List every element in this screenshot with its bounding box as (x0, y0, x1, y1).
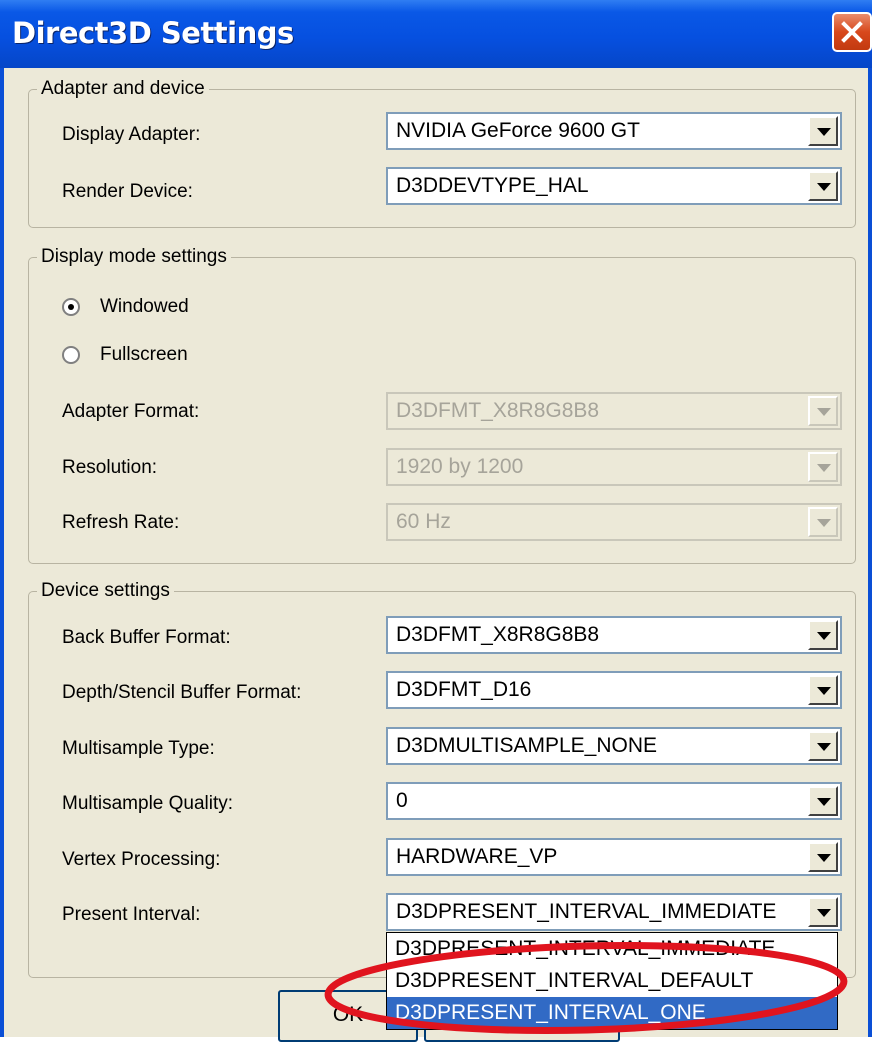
multisample-quality-select[interactable]: 0 (386, 782, 842, 820)
title-bar[interactable]: Direct3D Settings (0, 0, 872, 68)
windowed-radio[interactable] (62, 298, 80, 316)
render-device-label: Render Device: (62, 181, 193, 202)
multisample-quality-label: Multisample Quality: (62, 793, 234, 814)
vertex-processing-select[interactable]: HARDWARE_VP (386, 838, 842, 876)
direct3d-settings-dialog: Direct3D Settings Adapter and device Dis… (0, 0, 872, 1042)
display-mode-group-legend: Display mode settings (41, 246, 227, 267)
display-adapter-label: Display Adapter: (62, 124, 201, 145)
depth-stencil-label: Depth/Stencil Buffer Format: (62, 682, 302, 703)
resolution-select: 1920 by 1200 (386, 448, 842, 486)
depth-stencil-select[interactable]: D3DFMT_D16 (386, 671, 842, 709)
adapter-format-value: D3DFMT_X8R8G8B8 (396, 399, 600, 422)
vertex-processing-label: Vertex Processing: (62, 849, 221, 870)
adapter-format-label: Adapter Format: (62, 401, 200, 422)
multisample-quality-value: 0 (396, 789, 408, 812)
chevron-down-icon (808, 452, 838, 482)
display-adapter-value: NVIDIA GeForce 9600 GT (396, 119, 640, 142)
chevron-down-icon[interactable] (808, 786, 838, 816)
chevron-down-icon[interactable] (808, 842, 838, 872)
render-device-value: D3DDEVTYPE_HAL (396, 174, 589, 197)
multisample-type-label: Multisample Type: (62, 738, 215, 759)
vertex-processing-value: HARDWARE_VP (396, 845, 558, 868)
chevron-down-icon[interactable] (808, 116, 838, 146)
chevron-down-icon[interactable] (808, 171, 838, 201)
render-device-select[interactable]: D3DDEVTYPE_HAL (386, 167, 842, 205)
depth-stencil-value: D3DFMT_D16 (396, 678, 532, 701)
chevron-down-icon[interactable] (808, 731, 838, 761)
display-adapter-select[interactable]: NVIDIA GeForce 9600 GT (386, 112, 842, 150)
window-title: Direct3D Settings (12, 16, 294, 50)
windowed-label[interactable]: Windowed (100, 296, 189, 318)
multisample-type-select[interactable]: D3DMULTISAMPLE_NONE (386, 727, 842, 765)
chevron-down-icon[interactable] (808, 675, 838, 705)
back-buffer-value: D3DFMT_X8R8G8B8 (396, 623, 600, 646)
annotation-ellipse (324, 941, 848, 1035)
adapter-group: Adapter and device (28, 78, 856, 228)
close-button[interactable] (832, 12, 872, 52)
back-buffer-select[interactable]: D3DFMT_X8R8G8B8 (386, 616, 842, 654)
fullscreen-label[interactable]: Fullscreen (100, 344, 188, 366)
refresh-rate-label: Refresh Rate: (62, 512, 180, 533)
multisample-type-value: D3DMULTISAMPLE_NONE (396, 734, 658, 757)
present-interval-label: Present Interval: (62, 904, 201, 925)
close-icon (841, 21, 863, 43)
chevron-down-icon (808, 396, 838, 426)
back-buffer-label: Back Buffer Format: (62, 627, 231, 648)
fullscreen-radio[interactable] (62, 346, 80, 364)
adapter-group-legend: Adapter and device (41, 78, 205, 99)
refresh-rate-select: 60 Hz (386, 503, 842, 541)
adapter-format-select: D3DFMT_X8R8G8B8 (386, 392, 842, 430)
resolution-label: Resolution: (62, 457, 158, 478)
chevron-down-icon[interactable] (808, 897, 838, 927)
resolution-value: 1920 by 1200 (396, 455, 524, 478)
chevron-down-icon[interactable] (808, 620, 838, 650)
device-group-legend: Device settings (41, 580, 170, 601)
present-interval-select[interactable]: D3DPRESENT_INTERVAL_IMMEDIATE (386, 893, 842, 931)
chevron-down-icon (808, 507, 838, 537)
present-interval-value: D3DPRESENT_INTERVAL_IMMEDIATE (396, 900, 777, 923)
refresh-rate-value: 60 Hz (396, 510, 451, 533)
